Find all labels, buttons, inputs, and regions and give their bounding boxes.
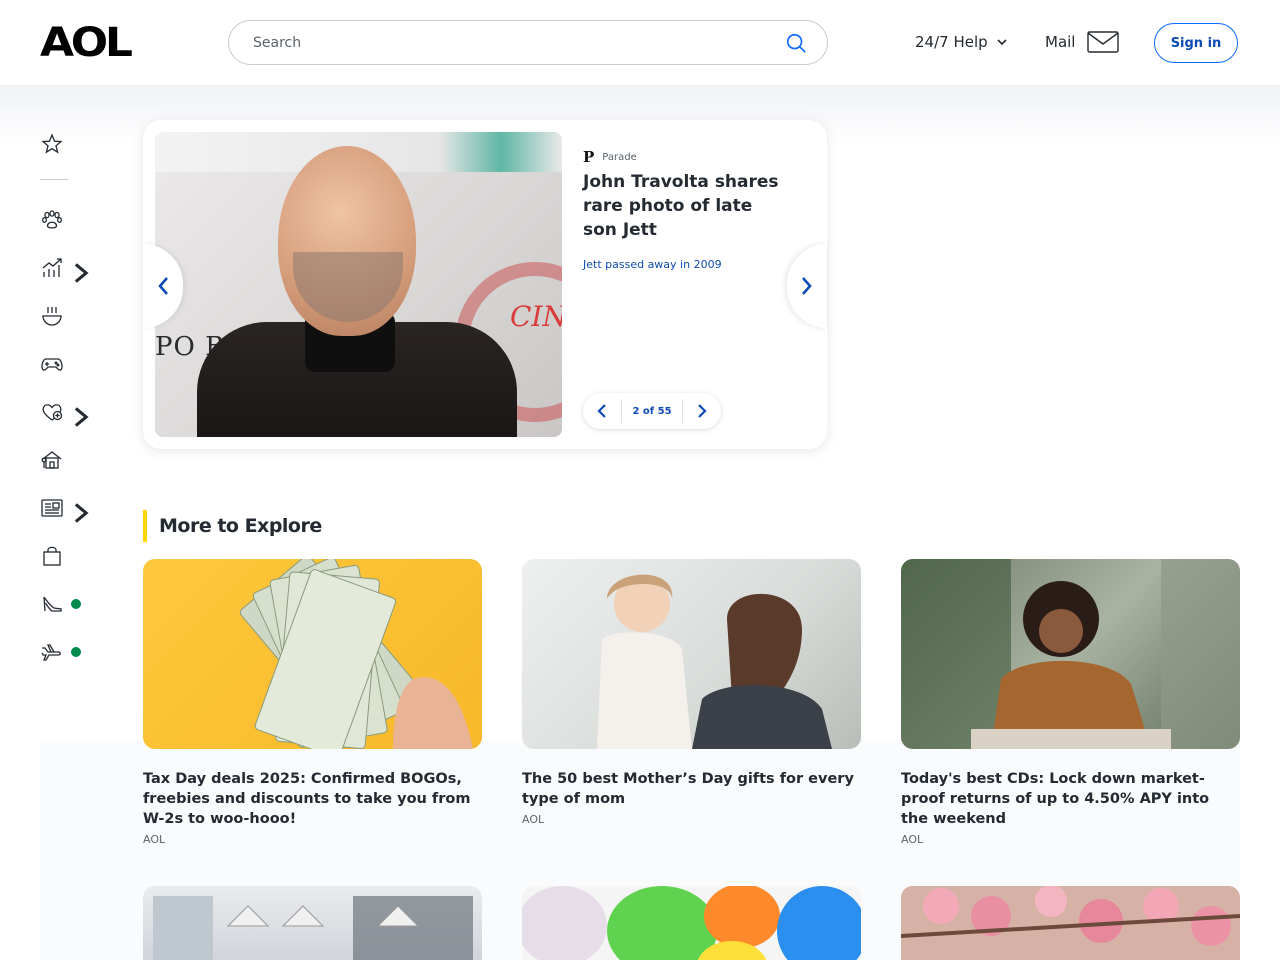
sidebar-item-shopping[interactable] [40,542,90,570]
paw-icon [42,210,62,229]
help-menu[interactable]: 24/7 Help [915,33,1008,51]
story-image[interactable]: PO BN CIN [155,132,562,437]
pager-prev-button[interactable] [583,393,621,429]
source-logo: P [583,148,595,166]
section-title: More to Explore [143,510,322,542]
search-input[interactable] [253,32,773,54]
home-icon [41,451,62,469]
sidebar-item-finance[interactable] [40,254,93,285]
tile-image[interactable] [143,559,482,749]
chevron-down-icon [997,39,1007,46]
aol-logo[interactable]: AOL [40,23,133,63]
tile-source: AOL [522,813,545,826]
sidebar-divider [40,179,68,180]
sidebar-item-home[interactable] [40,446,90,474]
sidebar-item-games[interactable] [40,350,90,378]
family-illustration [597,574,832,749]
plane-icon [41,644,61,661]
sidebar-item-food[interactable] [40,302,90,330]
chart-icon [42,258,62,277]
backdrop-text: CIN [510,300,562,333]
tile-source: AOL [901,833,924,846]
tile-image[interactable] [143,886,482,960]
sidebar-item-style[interactable] [40,590,90,618]
pager-count: 2 of 55 [632,405,672,417]
new-badge [71,647,81,657]
heart-plus-icon [42,404,63,421]
blossoms-illustration [901,886,1240,960]
kitchen-illustration [153,896,473,960]
story-title[interactable]: John Travolta shares rare photo of late … [583,170,783,242]
search-icon[interactable] [785,32,807,54]
pager-next-button[interactable] [683,393,721,429]
shopping-bag-icon [43,546,61,566]
chevron-right-icon[interactable] [69,405,93,429]
sidebar-item-news[interactable] [40,494,93,525]
header: AOL 24/7 Help Mail Sign in [0,0,1280,85]
woman-phone-illustration [901,559,1240,749]
tile-image[interactable] [522,559,861,749]
tile-image[interactable] [522,886,861,960]
help-label: 24/7 Help [915,33,988,51]
story-subtitle[interactable]: Jett passed away in 2009 [583,258,722,271]
new-badge [71,599,81,609]
high-heel-icon [43,596,62,612]
mail-label: Mail [1045,33,1076,51]
tile-title[interactable]: The 50 best Mother’s Day gifts for every… [522,769,861,809]
carousel-pager: 2 of 55 [583,393,721,429]
chevron-right-icon[interactable] [69,501,93,525]
chevron-right-icon [698,404,707,418]
sign-in-button[interactable]: Sign in [1154,23,1238,63]
chevron-right-icon[interactable] [69,261,93,285]
mail-link[interactable]: Mail [1045,30,1120,54]
piggy-banks-illustration [522,886,861,960]
explore-tile[interactable]: Tax Day deals 2025: Confirmed BOGOs, fre… [143,559,482,846]
tile-image[interactable] [901,559,1240,749]
tile-title[interactable]: Today's best CDs: Lock down market-proof… [901,769,1240,829]
chevron-right-icon [802,277,812,295]
money-illustration [239,559,473,749]
chevron-left-icon [158,277,168,295]
tile-image[interactable] [901,886,1240,960]
search-bar[interactable] [228,20,828,65]
star-icon [41,133,63,154]
gamepad-icon [41,358,63,371]
featured-story-card[interactable]: PO BN CIN P Parade John Travolta shares … [143,120,827,449]
explore-tile[interactable]: Today's best CDs: Lock down market-proof… [901,559,1240,846]
tile-source: AOL [143,833,166,846]
explore-tile[interactable]: The 50 best Mother’s Day gifts for every… [522,559,861,826]
sidebar-item-travel[interactable] [40,638,90,666]
tile-title[interactable]: Tax Day deals 2025: Confirmed BOGOs, fre… [143,769,482,829]
story-source[interactable]: P Parade [583,148,637,166]
envelope-icon [1087,31,1120,53]
sidebar-item-pets[interactable] [40,206,90,234]
chevron-left-icon [597,404,606,418]
sidebar-item-health[interactable] [40,398,93,429]
sidebar-item-favorites[interactable] [40,130,90,158]
source-name: Parade [602,151,637,163]
bowl-icon [42,307,62,326]
newspaper-icon [41,499,63,517]
